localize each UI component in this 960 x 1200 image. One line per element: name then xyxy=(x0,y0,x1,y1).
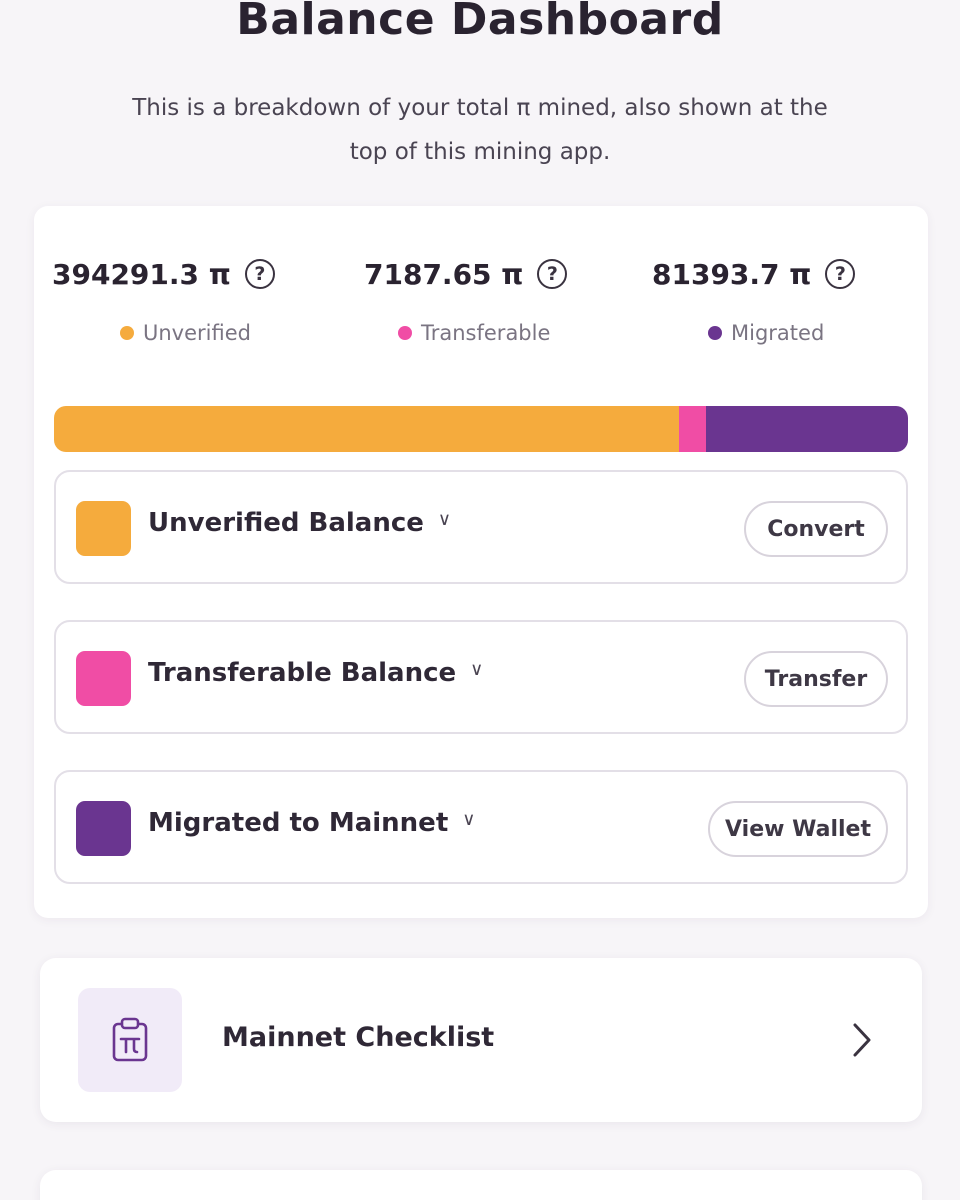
color-swatch xyxy=(76,501,131,556)
balance-row-label: Unverified Balance xyxy=(148,508,424,538)
convert-button[interactable]: Convert xyxy=(744,501,888,557)
page-title: Balance Dashboard xyxy=(236,0,724,45)
legend-transferable: Transferable xyxy=(398,318,550,348)
balance-row-migrated[interactable]: Migrated to Mainnet ∨ View Wallet xyxy=(54,770,908,884)
stat-transferable: 7187.65 π ? xyxy=(364,252,568,296)
bar-segment-migrated xyxy=(706,406,908,452)
balance-row-label: Migrated to Mainnet xyxy=(148,808,449,838)
help-icon[interactable]: ? xyxy=(825,259,856,289)
stat-value-transferable: 7187.65 π xyxy=(364,257,524,291)
balance-row-unverified[interactable]: Unverified Balance ∨ Convert xyxy=(54,470,908,584)
subtitle-line-1: This is a breakdown of your total π mine… xyxy=(132,95,828,121)
legend-label-transferable: Transferable xyxy=(421,321,551,345)
bar-segment-transferable xyxy=(678,406,707,452)
chevron-down-icon[interactable]: ∨ xyxy=(462,809,475,830)
legend-dot-migrated xyxy=(708,326,722,340)
color-swatch xyxy=(76,801,131,856)
next-card-partial xyxy=(40,1170,922,1200)
chevron-down-icon[interactable]: ∨ xyxy=(438,509,451,530)
balance-dashboard-page: Balance Dashboard This is a breakdown of… xyxy=(0,0,960,1200)
legend-label-migrated: Migrated xyxy=(731,321,825,345)
legend-dot-transferable xyxy=(398,326,412,340)
balance-row-title[interactable]: Migrated to Mainnet ∨ xyxy=(148,808,475,838)
chevron-down-icon[interactable]: ∨ xyxy=(470,659,483,680)
color-swatch xyxy=(76,651,131,706)
help-icon[interactable]: ? xyxy=(244,259,275,289)
stat-value-migrated: 81393.7 π xyxy=(652,257,812,291)
legend-migrated: Migrated xyxy=(708,318,824,348)
legend-unverified: Unverified xyxy=(120,318,251,348)
balance-row-transferable[interactable]: Transferable Balance ∨ Transfer xyxy=(54,620,908,734)
stat-unverified: 394291.3 π ? xyxy=(52,252,275,296)
bar-segment-unverified xyxy=(54,406,679,452)
balance-row-label: Transferable Balance xyxy=(148,658,457,688)
clipboard-pi-icon xyxy=(112,1017,148,1062)
checklist-icon-tile xyxy=(78,988,182,1092)
mainnet-checklist-card[interactable]: Mainnet Checklist xyxy=(40,958,922,1122)
mainnet-checklist-label: Mainnet Checklist xyxy=(222,1022,495,1053)
stat-value-unverified: 394291.3 π xyxy=(52,257,231,291)
stat-migrated: 81393.7 π ? xyxy=(652,252,856,296)
page-subtitle: This is a breakdown of your total π mine… xyxy=(70,86,890,174)
legend-label-unverified: Unverified xyxy=(143,321,251,345)
view-wallet-button[interactable]: View Wallet xyxy=(708,801,888,857)
balance-row-title[interactable]: Transferable Balance ∨ xyxy=(148,658,483,688)
chevron-right-icon[interactable] xyxy=(850,1020,874,1060)
legend-dot-unverified xyxy=(120,326,134,340)
transfer-button[interactable]: Transfer xyxy=(744,651,888,707)
balance-progress-bar xyxy=(54,406,908,452)
balance-row-title[interactable]: Unverified Balance ∨ xyxy=(148,508,451,538)
help-icon[interactable]: ? xyxy=(537,259,568,289)
subtitle-line-2: top of this mining app. xyxy=(349,139,611,165)
